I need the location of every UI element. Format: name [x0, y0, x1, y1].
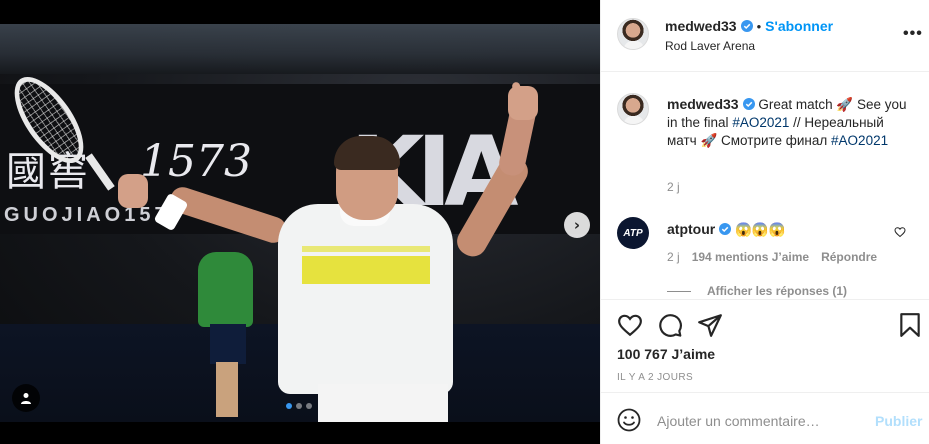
- post-location[interactable]: Rod Laver Arena: [665, 39, 755, 53]
- verified-badge-icon: [740, 20, 753, 32]
- comment-input[interactable]: Ajouter un commentaire…: [657, 413, 820, 429]
- carousel-dot: [306, 403, 312, 409]
- post-side-panel: medwed33 • S'abonner Rod Laver Arena ••• m…: [600, 0, 929, 444]
- caption: medwed33 Great match 🚀 See you in the fi…: [667, 95, 917, 150]
- share-icon[interactable]: [697, 312, 723, 338]
- post-photo[interactable]: 國窖 1573 GUOJIAO1573 KIA: [0, 24, 600, 422]
- carousel-dot: [296, 403, 302, 409]
- carousel-next-button[interactable]: ›: [564, 212, 590, 238]
- caption-username[interactable]: medwed33: [667, 96, 739, 112]
- comments-area: medwed33 Great match 🚀 See you in the fi…: [601, 73, 929, 298]
- verified-badge-icon: [719, 223, 732, 235]
- atp-logo-text: ATP: [623, 227, 643, 239]
- follow-button[interactable]: S'abonner: [765, 18, 833, 34]
- tagged-users-button[interactable]: [12, 384, 40, 412]
- like-comment-heart-icon[interactable]: [894, 226, 906, 238]
- verified-badge-icon: [742, 98, 755, 110]
- comment-meta: 2 j 194 mentions J’aime Répondre: [667, 250, 877, 264]
- author-avatar[interactable]: [617, 18, 649, 50]
- heart-icon[interactable]: [617, 312, 643, 338]
- reply-button[interactable]: Répondre: [821, 250, 877, 264]
- add-comment-bar: Ajouter un commentaire… Publier: [601, 392, 929, 444]
- racket: [1, 65, 97, 175]
- comment-likes[interactable]: 194 mentions J’aime: [692, 250, 809, 264]
- hashtag-link[interactable]: #AO2021: [831, 133, 888, 148]
- post-media: 國窖 1573 GUOJIAO1573 KIA ›: [0, 0, 600, 444]
- carousel-indicator: [286, 403, 312, 409]
- comment-time[interactable]: 2 j: [667, 250, 680, 264]
- likes-count[interactable]: 100 767 J’aime: [617, 346, 715, 362]
- publish-button[interactable]: Publier: [875, 413, 922, 429]
- replies-divider: [667, 290, 691, 292]
- author-username[interactable]: medwed33: [665, 18, 737, 34]
- player-figure: [0, 24, 600, 422]
- follow-separator: •: [756, 19, 762, 34]
- view-replies-button[interactable]: Afficher les réponses (1): [667, 284, 847, 298]
- caption-time[interactable]: 2 j: [667, 180, 680, 194]
- post-time[interactable]: IL Y A 2 JOURS: [617, 372, 693, 383]
- bookmark-icon[interactable]: [897, 312, 923, 338]
- comment-text: 😱😱😱: [734, 222, 786, 237]
- view-replies-label: Afficher les réponses (1): [707, 284, 848, 298]
- chevron-right-icon: ›: [573, 216, 581, 234]
- comment-icon[interactable]: [657, 312, 683, 338]
- user-icon: [21, 393, 31, 404]
- caption-author-avatar[interactable]: [617, 93, 649, 125]
- emoji-icon[interactable]: [617, 408, 641, 432]
- commenter-username[interactable]: atptour: [667, 221, 715, 237]
- carousel-dot: [286, 403, 292, 409]
- more-options-button[interactable]: •••: [903, 25, 923, 43]
- commenter-avatar[interactable]: ATP: [617, 217, 649, 249]
- post-actions: 100 767 J’aime IL Y A 2 JOURS: [601, 299, 929, 392]
- hashtag-link[interactable]: #AO2021: [732, 115, 789, 130]
- post-header: medwed33 • S'abonner Rod Laver Arena •••: [601, 0, 929, 72]
